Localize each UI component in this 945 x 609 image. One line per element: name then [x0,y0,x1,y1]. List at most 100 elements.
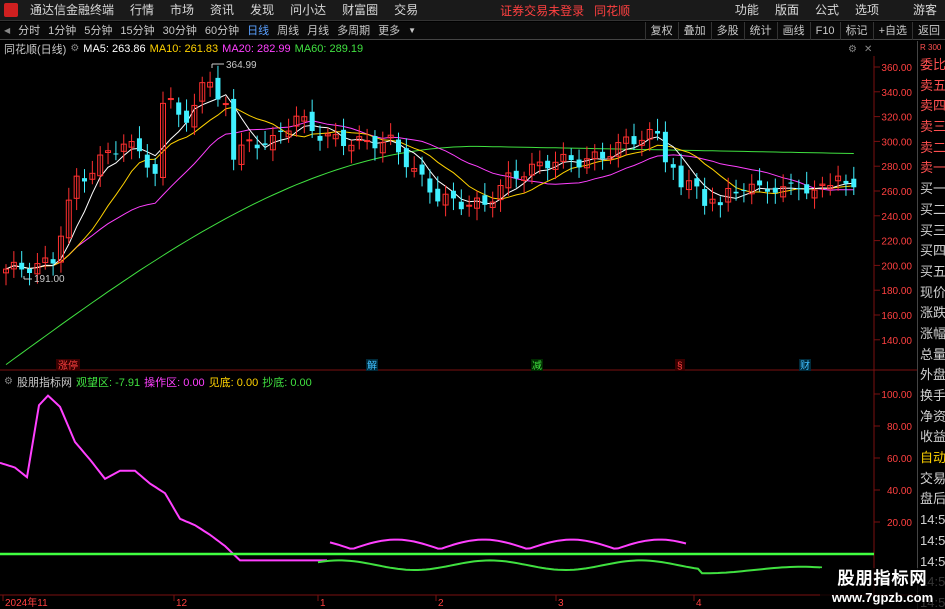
price-tick-label: 180.00 [881,286,912,297]
price-tick-label: 240.00 [881,212,912,223]
price-tick-label: 160.00 [881,311,912,322]
x-axis-label: 4 [696,598,702,609]
watermark-url: www.7gpzb.com [831,590,934,605]
quote-panel-item: 买四 [920,243,945,259]
candle-body-down [788,182,794,184]
candle-body-down [144,154,150,168]
quote-panel-item: 交易 [920,470,945,486]
x-axis-label: 3 [558,598,564,609]
candle-body-down [600,151,606,159]
candle-body-down [450,190,456,199]
quote-panel-item: 14:56 [920,532,945,548]
candle-body-down [694,178,700,187]
candle-body-down [419,164,425,175]
candle-body-down [435,188,441,202]
quote-panel-item: 现价 [920,284,945,300]
candle-body-down [717,202,723,206]
candle-body-down [804,184,810,194]
candle-body-down [678,165,684,188]
candle-body-up [222,103,229,106]
indicator-tick-label: 80.00 [887,422,912,433]
watermark-title: 股朋指标网 [837,569,928,588]
candle-body-up [364,140,371,143]
marker-unlock[interactable]: 解 [367,359,377,372]
candle-body-down [372,135,378,149]
quote-panel-item: 买三 [920,222,945,238]
candle-body-down [19,262,25,270]
candle-body-down [309,111,315,131]
price-tick-label: 220.00 [881,237,912,248]
quote-panel-item: 净资 [920,408,945,424]
quote-panel-item: 14:56 [920,512,945,528]
quote-panel-item: 卖四 [920,98,945,114]
high-price-label: 364.99 [226,60,257,71]
quote-panel-item: 外盘 [920,367,945,383]
candle-body-down [136,138,142,152]
candle-body-down [670,164,676,168]
candle-body-down [317,135,323,141]
price-tick-label: 360.00 [881,63,912,74]
marker-reduce[interactable]: 减 [532,360,542,372]
quote-panel-item: 买二 [920,201,945,217]
candle-body-down [545,160,551,169]
candle-body-down [403,148,409,168]
quote-panel-item: 涨跌 [920,305,945,321]
price-tick-label: 260.00 [881,187,912,198]
operate-zone-line [0,394,327,562]
candle-body-down [576,159,582,168]
low-price-label: 191.00 [34,274,65,285]
candle-body-down [764,189,770,192]
indicator-tick-label: 60.00 [887,454,912,465]
indicator-tick-label: 100.00 [881,390,912,401]
candle-body-down [662,131,668,163]
candle-body-up [246,139,253,142]
watermark: 股朋指标网 www.7gpzb.com [820,568,945,609]
candle-body-down [851,178,857,188]
candle-body-down [50,259,56,264]
operate-bump-line [329,538,687,550]
candle-body-down [231,98,237,160]
chart-canvas[interactable]: 360.00340.00320.00300.00280.00260.00240.… [0,0,917,609]
x-axis-label: 1 [320,598,326,609]
watch-zone-line [317,559,823,575]
quote-panel-item: 盘后 [920,491,945,507]
candle-body-down [184,110,190,123]
quote-panel-item: 卖二 [920,139,945,155]
candle-body-down [741,189,747,191]
quote-panel-item: 卖三 [920,119,945,135]
quote-panel-item: 委比 [920,57,945,72]
marker-event[interactable]: § [677,361,683,372]
price-tick-label: 200.00 [881,261,912,272]
quote-panel: R 300 委比 卖五 卖四 卖三 卖二 卖一 买一 买二 买三 买四 买五 现价 涨跌 涨幅 总量 外盘 换手… [917,41,945,609]
quote-panel-item: 卖一 [920,160,945,176]
r-index-label: R 300 [920,43,942,52]
candle-body-down [254,144,260,149]
candle-body-down [396,139,401,153]
candle-body-down [655,131,661,134]
quote-panel-item: 收益 [920,429,945,445]
x-axis-label: 2 [438,598,444,609]
candle-body-down [702,189,708,206]
candle-body-down [796,187,802,189]
candle-body-down [631,136,637,145]
price-tick-label: 280.00 [881,162,912,173]
price-tick-label: 140.00 [881,336,912,347]
candle-body-down [772,187,778,193]
candle-body-down [152,164,158,174]
candle-body-down [262,143,268,145]
marker-limit-up[interactable]: 涨停 [58,359,78,372]
marker-finance[interactable]: 财 [800,359,810,372]
price-tick-label: 340.00 [881,88,912,99]
quote-panel-item: 卖五 [920,77,945,93]
indicator-tick-label: 20.00 [887,518,912,529]
indicator-tick-label: 40.00 [887,486,912,497]
candle-body-down [341,129,347,147]
price-tick-label: 300.00 [881,137,912,148]
candle-body-down [482,195,488,205]
candle-body-down [513,170,519,179]
quote-panel-item: 买一 [920,181,945,197]
candle-body-down [757,180,763,186]
quote-panel-item: 涨幅 [920,325,945,341]
quote-panel-item[interactable]: 自动 [918,448,945,469]
candle-body-down [27,268,33,274]
